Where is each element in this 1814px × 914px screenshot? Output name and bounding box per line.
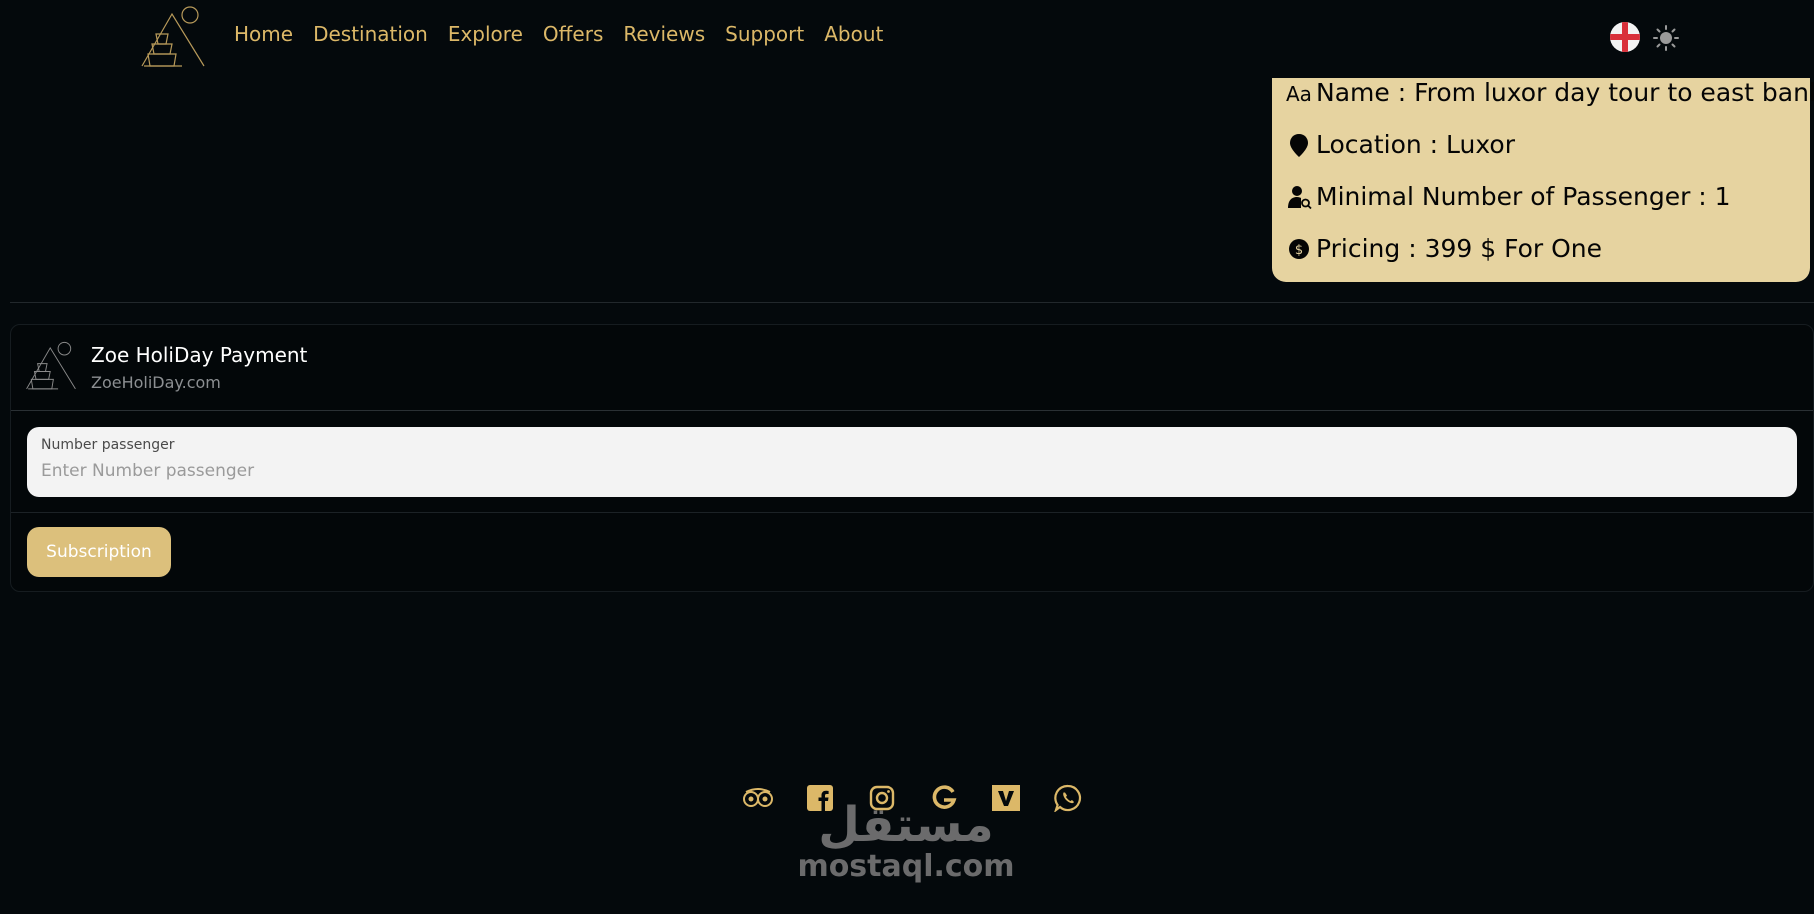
tripadvisor-icon[interactable]: [742, 782, 774, 814]
watermark-latin: mostaql.com: [797, 849, 1015, 884]
tour-name-row: Aa Name : From luxor day tour to east ba…: [1286, 78, 1814, 107]
nav-explore[interactable]: Explore: [448, 22, 523, 46]
mostaql-watermark: مستقل mostaql.com: [796, 800, 1016, 884]
payment-panel: Zoe HoliDay Payment ZoeHoliDay.com Numbe…: [10, 324, 1814, 592]
navbar: Home Destination Explore Offers Reviews …: [0, 0, 1814, 74]
section-divider: [10, 302, 1814, 303]
tour-min-passengers: Minimal Number of Passenger : 1: [1316, 182, 1731, 211]
tour-location-row: Location : Luxor: [1286, 130, 1515, 159]
payment-logo: [26, 341, 76, 390]
svg-text:Aa: Aa: [1286, 82, 1312, 106]
sun-icon[interactable]: [1652, 24, 1680, 52]
payment-title: Zoe HoliDay Payment: [91, 343, 308, 367]
england-flag-icon[interactable]: [1610, 22, 1640, 52]
subscription-button[interactable]: Subscription: [27, 527, 171, 577]
tour-info-card: Aa Name : From luxor day tour to east ba…: [1272, 78, 1814, 282]
payment-domain: ZoeHoliDay.com: [91, 373, 221, 392]
nav-reviews[interactable]: Reviews: [623, 22, 705, 46]
user-search-icon: [1288, 185, 1312, 209]
dollar-coin-icon: $: [1289, 238, 1309, 259]
tour-pricing-row: $ Pricing : 399 $ For One: [1286, 234, 1602, 263]
location-pin-icon: [1290, 133, 1308, 157]
passenger-label: Number passenger: [41, 437, 175, 453]
svg-text:$: $: [1295, 243, 1303, 258]
tour-location: Location : Luxor: [1316, 130, 1515, 159]
watermark-arabic: مستقل: [818, 797, 994, 853]
tour-passengers-row: Minimal Number of Passenger : 1: [1286, 182, 1731, 211]
whatsapp-icon[interactable]: [1052, 782, 1084, 814]
nav-offers[interactable]: Offers: [543, 22, 603, 46]
nav-about[interactable]: About: [824, 22, 883, 46]
site-logo[interactable]: [140, 4, 206, 70]
nav-support[interactable]: Support: [725, 22, 804, 46]
passenger-input[interactable]: [41, 461, 1771, 481]
passenger-input-group[interactable]: Number passenger: [27, 427, 1797, 497]
tour-pricing: Pricing : 399 $ For One: [1316, 234, 1603, 263]
form-separator: [11, 512, 1813, 513]
payment-header: Zoe HoliDay Payment ZoeHoliDay.com: [11, 325, 1813, 411]
nav-destination[interactable]: Destination: [313, 22, 428, 46]
text-font-icon: Aa: [1286, 82, 1312, 106]
nav-links: Home Destination Explore Offers Reviews …: [234, 22, 883, 46]
nav-home[interactable]: Home: [234, 22, 293, 46]
tour-name: Name : From luxor day tour to east bank: [1316, 78, 1814, 107]
